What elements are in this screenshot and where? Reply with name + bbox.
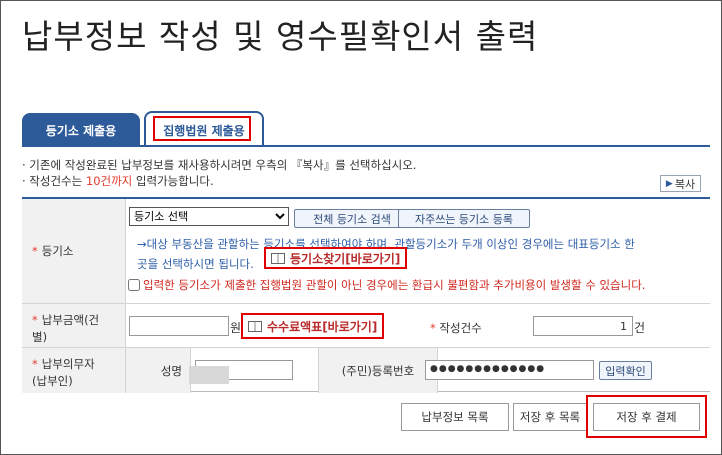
arrow-right-icon: ▶ <box>665 178 673 189</box>
payer-label: * 납부의무자 (납부인) <box>22 348 126 393</box>
name-label: 성명 <box>126 348 191 393</box>
payment-row: * 납부금액(건 별) 원 수수료액표[바로가기] * 작성건수 1 건 <box>22 304 710 348</box>
confirm-input-button[interactable]: 입력확인 <box>599 361 652 380</box>
count-unit: 건 <box>634 321 646 335</box>
page-title: 납부정보 작성 및 영수필확인서 출력 <box>22 17 539 56</box>
copy-button[interactable]: ▶ 복사 <box>660 175 701 192</box>
jurisdiction-checkbox[interactable] <box>128 279 140 291</box>
save-and-pay-highlight <box>586 395 707 438</box>
payment-list-button[interactable]: 납부정보 목록 <box>401 403 509 431</box>
currency-unit: 원 <box>230 321 242 335</box>
notice-count: · 작성건수는 10건까지 입력가능합니다. <box>22 174 214 188</box>
payment-amount-label: * 납부금액(건 별) <box>22 304 126 347</box>
book-icon <box>248 320 262 332</box>
registration-number-input[interactable]: ●●●●●●●●●●●●● <box>425 360 594 380</box>
registry-warning: 입력한 등기소가 제출한 집행법원 관할이 아닌 경우에는 환급시 불편함과 추… <box>128 276 708 295</box>
tab-registry-submission[interactable]: 등기소 제출용 <box>22 113 140 147</box>
registry-label: * 등기소 <box>22 199 126 303</box>
book-icon <box>271 252 285 264</box>
notice-reuse: · 기존에 작성완료된 납부정보를 재사용하시려면 우측의 『복사』를 선택하십… <box>22 158 417 172</box>
payment-amount-input[interactable] <box>129 316 229 336</box>
count-label: * 작성건수 <box>430 321 482 335</box>
count-input[interactable]: 1 <box>533 316 633 336</box>
find-registry-link[interactable]: 등기소찾기[바로가기] <box>264 247 408 269</box>
registry-select[interactable]: 등기소 선택 <box>129 207 289 226</box>
fee-table-link[interactable]: 수수료액표[바로가기] <box>241 313 385 339</box>
masked-name <box>189 366 229 384</box>
payer-row: * 납부의무자 (납부인) 성명 (주민)등록번호 ●●●●●●●●●●●●● 입력… <box>22 348 710 393</box>
register-frequent-registry-button[interactable]: 자주쓰는 등기소 등록 <box>398 209 530 228</box>
tab-highlight-box <box>153 116 251 141</box>
search-all-registry-button[interactable]: 전체 등기소 검색 <box>294 209 410 228</box>
notice-count-limit: 10건까지 <box>85 174 133 188</box>
registration-number-label: (주민)등록번호 <box>318 348 438 393</box>
registry-row: * 등기소 등기소 선택 전체 등기소 검색 자주쓰는 등기소 등록 →대상 부동… <box>22 199 710 304</box>
registry-info: →대상 부동산을 관할하는 등기소를 선택하여야 하며, 관할등기소가 두개 이… <box>137 237 635 271</box>
tab-underline <box>22 145 710 147</box>
payment-form: * 등기소 등기소 선택 전체 등기소 검색 자주쓰는 등기소 등록 →대상 부동… <box>22 197 710 393</box>
save-and-list-button[interactable]: 저장 후 목록 <box>513 403 587 431</box>
